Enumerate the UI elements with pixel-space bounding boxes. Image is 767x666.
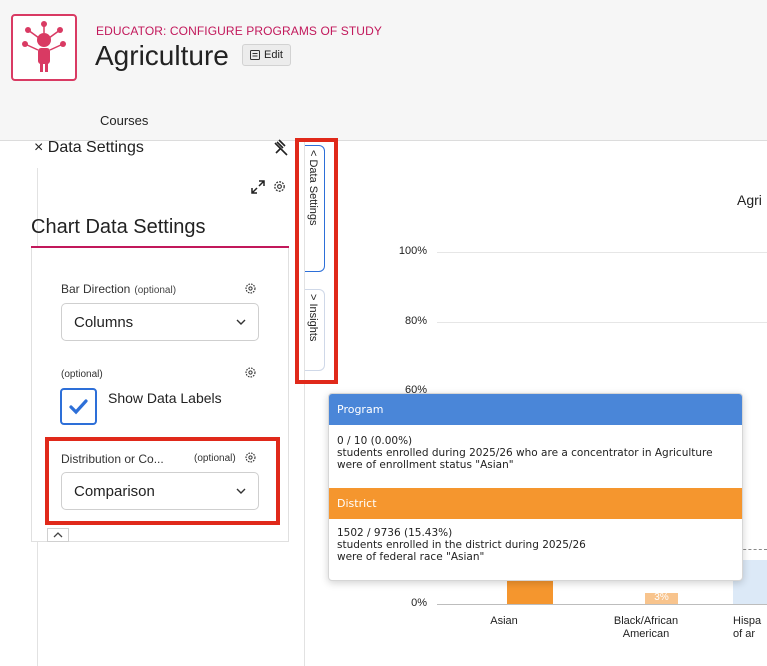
y-tick-label: 100% (398, 245, 427, 257)
y-tick-label: 80% (404, 315, 427, 327)
distribution-gear-icon[interactable] (244, 451, 257, 464)
edit-icon (250, 50, 260, 60)
distribution-label: Distribution or Co... (61, 452, 164, 466)
chevron-up-icon (53, 532, 63, 538)
bar-direction-select[interactable]: Columns (61, 303, 259, 341)
bar-data-label: 3% (654, 592, 669, 603)
tooltip-district-body: 1502 / 9736 (15.43%) students enrolled i… (337, 527, 586, 563)
x-category-label: Asian (490, 615, 518, 627)
page-title: Agriculture (95, 40, 229, 71)
x-category-label: Black/African American (613, 615, 679, 640)
collapse-panel-button[interactable] (47, 528, 69, 542)
chevron-down-icon (236, 319, 246, 325)
data-labels-gear-icon[interactable] (244, 366, 257, 379)
chart-title: Agri (737, 192, 762, 208)
show-data-labels-label: Show Data Labels (108, 390, 222, 406)
data-labels-optional: (optional) (61, 369, 103, 380)
distribution-value: Comparison (74, 482, 155, 500)
edit-button[interactable]: Edit (242, 44, 291, 66)
distribution-select[interactable]: Comparison (61, 472, 259, 510)
page-header: EDUCATOR: CONFIGURE PROGRAMS OF STUDY Ag… (0, 0, 767, 141)
pin-off-icon[interactable] (272, 139, 290, 157)
distribution-optional: (optional) (194, 453, 236, 464)
bar-direction-gear-icon[interactable] (244, 282, 257, 295)
tab-insights-label: > Insights (307, 294, 319, 342)
expand-icon[interactable] (251, 180, 265, 194)
tooltip-program-body: 0 / 10 (0.00%) students enrolled during … (337, 435, 713, 471)
page-eyebrow: EDUCATOR: CONFIGURE PROGRAMS OF STUDY (96, 24, 382, 38)
x-category-label: Hispa of ar (733, 615, 762, 640)
tab-data-settings-label: < Data Settings (307, 150, 319, 226)
tooltip-program-header: Program (329, 394, 742, 425)
tooltip-district-header: District (329, 488, 742, 519)
gridline (437, 252, 767, 253)
gear-icon[interactable] (272, 179, 287, 194)
bar-direction-label: Bar Direction (optional) (61, 282, 177, 296)
tab-courses[interactable]: Courses (100, 113, 148, 128)
close-data-settings-button[interactable]: × Data Settings (34, 139, 144, 157)
y-tick-label: 0% (411, 597, 427, 609)
gridline (437, 322, 767, 323)
chart-data-settings-title: Chart Data Settings (31, 216, 206, 238)
tab-data-settings[interactable]: < Data Settings (305, 145, 325, 272)
tab-insights[interactable]: > Insights (305, 289, 325, 371)
bar-direction-value: Columns (74, 313, 134, 331)
x-axis-baseline (437, 604, 767, 605)
program-logo-icon (11, 14, 77, 81)
show-data-labels-checkbox[interactable] (60, 388, 97, 425)
edit-button-label: Edit (264, 49, 283, 61)
chevron-down-icon (236, 488, 246, 494)
checkmark-icon (69, 399, 88, 415)
chart-tooltip: Program 0 / 10 (0.00%) students enrolled… (328, 393, 743, 581)
